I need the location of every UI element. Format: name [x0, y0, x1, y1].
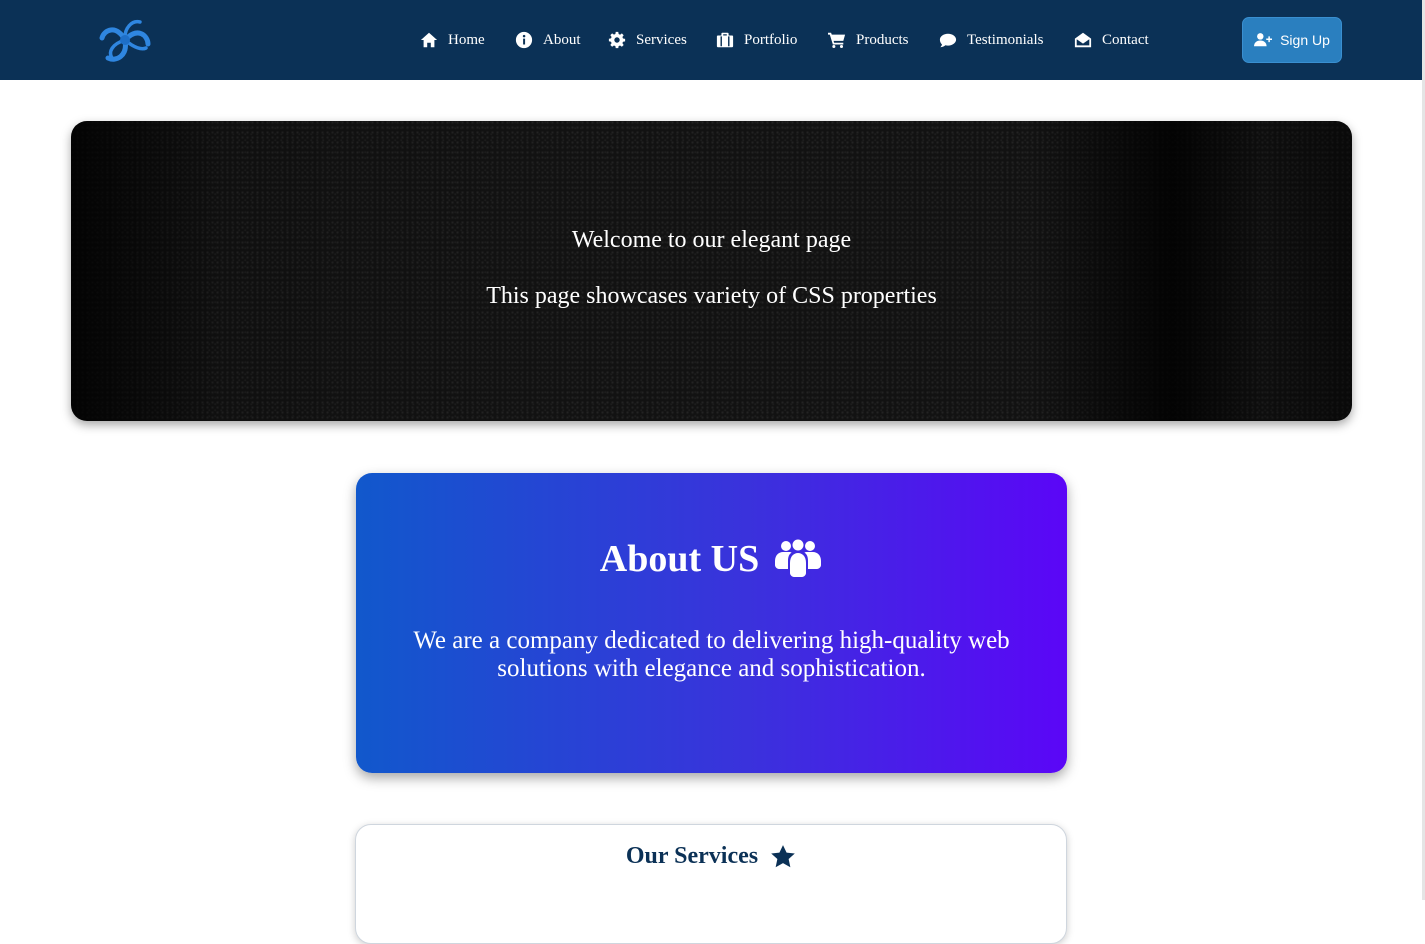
- nav-contact-label: Contact: [1102, 31, 1149, 48]
- nav-testimonials-label: Testimonials: [967, 31, 1044, 48]
- nav-home-label: Home: [448, 31, 485, 48]
- hero-subtitle: This page showcases variety of CSS prope…: [486, 283, 937, 309]
- services-heading-text: Our Services: [625, 843, 759, 869]
- nav-products-label: Products: [856, 31, 909, 48]
- hero-title: Welcome to our elegant page: [571, 227, 852, 253]
- star-icon: [771, 844, 795, 867]
- sign-up-label: Sign Up: [1280, 32, 1330, 48]
- envelope-open-icon: [1074, 32, 1092, 48]
- nav-portfolio[interactable]: Portfolio: [716, 28, 797, 52]
- sign-up-button[interactable]: Sign Up: [1242, 17, 1342, 63]
- nav-home[interactable]: Home: [420, 28, 485, 52]
- people-group-icon: [775, 539, 822, 577]
- services-card: Our Services: [355, 824, 1067, 944]
- navbar: Home About Services Portfolio Products T…: [0, 0, 1422, 80]
- gear-icon: [608, 31, 626, 49]
- user-plus-icon: [1254, 33, 1273, 47]
- comment-icon: [939, 33, 957, 48]
- nav-portfolio-label: Portfolio: [744, 31, 798, 48]
- about-heading: About US: [356, 537, 1067, 581]
- nav-services-label: Services: [636, 31, 687, 48]
- about-heading-text: About US: [599, 538, 760, 580]
- home-icon: [420, 32, 438, 48]
- nav-services[interactable]: Services: [608, 28, 687, 52]
- services-heading: Our Services: [356, 843, 1066, 870]
- hero-banner: Welcome to our elegant page This page sh…: [71, 121, 1352, 421]
- shopping-cart-icon: [828, 32, 846, 49]
- nav-about[interactable]: About: [515, 28, 581, 52]
- swirl-logo-icon: [99, 19, 151, 62]
- briefcase-icon: [716, 32, 734, 48]
- nav-testimonials[interactable]: Testimonials: [939, 28, 1043, 52]
- about-description: We are a company dedicated to delivering…: [413, 627, 1010, 682]
- logo[interactable]: [98, 14, 152, 66]
- nav-products[interactable]: Products: [828, 28, 909, 52]
- nav-contact[interactable]: Contact: [1074, 28, 1149, 52]
- nav-about-label: About: [543, 31, 581, 48]
- info-circle-icon: [515, 31, 533, 49]
- about-card: About US We are a company dedicated to d…: [356, 473, 1067, 773]
